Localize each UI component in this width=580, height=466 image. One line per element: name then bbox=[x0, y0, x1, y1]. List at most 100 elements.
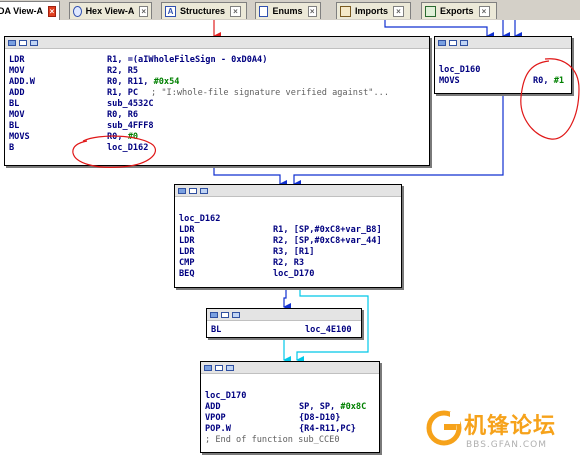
imports-icon bbox=[340, 5, 351, 17]
asm-line[interactable]: ADD R1, PC ; "I:whole-file signature verif… bbox=[9, 88, 425, 99]
code-block-call[interactable]: BL loc_4E100 bbox=[206, 308, 362, 338]
asm-line[interactable]: LDR R1, =(aIWholeFileSign - 0xD0A4) bbox=[9, 55, 425, 66]
tab-ida-view-a[interactable]: DA View-A × bbox=[0, 1, 60, 20]
operands: R1, PC bbox=[107, 88, 139, 98]
mnemonic: LDR bbox=[9, 55, 25, 65]
mnemonic: MOV bbox=[9, 110, 25, 120]
tab-imports[interactable]: Imports × bbox=[336, 2, 411, 19]
asm-line[interactable]: BL sub_4FFF8 bbox=[9, 121, 425, 132]
asm-line[interactable]: LDR R3, [R1] bbox=[179, 247, 397, 258]
operands: R0, R11, #0x54 bbox=[107, 77, 180, 87]
operands: loc_4E100 bbox=[305, 325, 352, 335]
close-icon[interactable]: × bbox=[139, 5, 148, 17]
tab-label: Exports bbox=[440, 6, 474, 16]
asm-line[interactable]: BEQ loc_D170 bbox=[179, 269, 397, 280]
graph-collapse-icon[interactable] bbox=[221, 311, 229, 318]
operands: SP, SP, #0x8C bbox=[299, 402, 367, 412]
edge-d162-call bbox=[283, 288, 291, 311]
exports-icon bbox=[425, 5, 436, 17]
tab-label: DA View-A bbox=[0, 6, 44, 16]
asm-line[interactable]: LDR R2, [SP,#0xC8+var_44] bbox=[179, 236, 397, 247]
graph-color-icon[interactable] bbox=[226, 364, 234, 371]
graph-collapse-icon[interactable] bbox=[449, 39, 457, 46]
tab-exports[interactable]: Exports × bbox=[421, 2, 497, 19]
watermark: 机锋论坛 BBS.GFAN.COM bbox=[424, 406, 576, 466]
edge-main-d162 bbox=[213, 166, 287, 188]
mnemonic: VPOP bbox=[205, 413, 226, 423]
graph-color-icon[interactable] bbox=[460, 39, 468, 46]
mnemonic: LDR bbox=[179, 225, 195, 235]
asm-line[interactable]: VPOP {D8-D10} bbox=[205, 413, 375, 424]
mnemonic: BL bbox=[9, 99, 20, 109]
graph-node-icon[interactable] bbox=[210, 311, 218, 318]
asm-line[interactable]: ADD SP, SP, #0x8C bbox=[205, 402, 375, 413]
mnemonic: POP.W bbox=[205, 424, 231, 434]
asm-line[interactable]: MOV R2, R5 bbox=[9, 66, 425, 77]
graph-color-icon[interactable] bbox=[232, 311, 240, 318]
close-icon[interactable]: × bbox=[230, 5, 242, 17]
asm-line[interactable]: BL sub_4532C bbox=[9, 99, 425, 110]
operands: R2, R3 bbox=[273, 258, 305, 268]
graph-collapse-icon[interactable] bbox=[215, 364, 223, 371]
graph-node-icon[interactable] bbox=[438, 39, 446, 46]
asm-line[interactable]: CMP R2, R3 bbox=[179, 258, 397, 269]
operands: loc_D170 bbox=[273, 269, 315, 279]
operands: sub_4532C bbox=[107, 99, 154, 109]
mnemonic: BL bbox=[9, 121, 20, 131]
asm-label[interactable]: loc_D170 bbox=[205, 391, 375, 402]
asm-comment-line[interactable]: ; End of function sub_CCE0 bbox=[205, 435, 375, 446]
asm-line[interactable]: BL loc_4E100 bbox=[211, 325, 357, 336]
graph-collapse-icon[interactable] bbox=[19, 39, 27, 46]
code-block-main[interactable]: LDR R1, =(aIWholeFileSign - 0xD0A4) MOV R2… bbox=[4, 36, 430, 168]
tab-label: Hex View-A bbox=[85, 6, 135, 16]
red-annotation-circle bbox=[72, 135, 156, 168]
operands: R2, [SP,#0xC8+var_44] bbox=[273, 236, 382, 246]
graph-node-icon[interactable] bbox=[204, 364, 212, 371]
graph-color-icon[interactable] bbox=[30, 39, 38, 46]
tab-enums[interactable]: Enums × bbox=[255, 2, 321, 19]
operands: R1, =(aIWholeFileSign - 0xD0A4) bbox=[107, 55, 268, 65]
close-icon[interactable]: × bbox=[307, 5, 317, 17]
asm-line[interactable]: POP.W {R4-R11,PC} bbox=[205, 424, 375, 435]
graph-view[interactable]: LDR R1, =(aIWholeFileSign - 0xD0A4) MOV R2… bbox=[0, 20, 580, 453]
comment: ; "I:whole-file signature verified again… bbox=[151, 88, 389, 98]
tab-label: Structures bbox=[180, 6, 226, 16]
tab-label: Imports bbox=[355, 6, 389, 16]
edge-in-d160-1 bbox=[384, 20, 494, 40]
code-block-loc-d170[interactable]: loc_D170 ADD SP, SP, #0x8C VPOP {D8-D10} P… bbox=[200, 361, 380, 453]
tab-bar: DA View-A × Hex View-A × A Structures × … bbox=[0, 0, 580, 21]
close-icon[interactable]: × bbox=[393, 5, 405, 17]
asm-line[interactable]: LDR R1, [SP,#0xC8+var_B8] bbox=[179, 225, 397, 236]
block-header bbox=[175, 185, 401, 197]
block-header bbox=[435, 37, 571, 49]
tab-label: Enums bbox=[272, 6, 303, 16]
close-icon[interactable]: × bbox=[48, 5, 56, 17]
graph-node-icon[interactable] bbox=[8, 39, 16, 46]
operands: sub_4FFF8 bbox=[107, 121, 154, 131]
asm-label[interactable]: loc_D162 bbox=[179, 214, 397, 225]
code-block-loc-d160[interactable]: loc_D160 MOVS R0, #1 bbox=[434, 36, 580, 140]
mnemonic: CMP bbox=[179, 258, 195, 268]
enums-icon bbox=[259, 5, 269, 17]
gfan-logo-icon bbox=[426, 410, 462, 446]
asm-line[interactable]: MOV R0, R6 bbox=[9, 110, 425, 121]
label: loc_D160 bbox=[439, 65, 481, 75]
hex-view-icon bbox=[73, 5, 82, 17]
code-block-loc-d162[interactable]: loc_D162 LDR R1, [SP,#0xC8+var_B8] LDR R2,… bbox=[174, 184, 402, 288]
asm-line[interactable]: ADD.W R0, R11, #0x54 bbox=[9, 77, 425, 88]
block-header bbox=[5, 37, 429, 49]
mnemonic: BEQ bbox=[179, 269, 195, 279]
graph-color-icon[interactable] bbox=[200, 187, 208, 194]
watermark-text: 机锋论坛 bbox=[464, 414, 557, 439]
tab-structures[interactable]: A Structures × bbox=[161, 2, 247, 19]
close-icon[interactable]: × bbox=[478, 5, 490, 17]
mnemonic: ADD bbox=[205, 402, 221, 412]
mnemonic: MOVS bbox=[439, 76, 460, 86]
graph-collapse-icon[interactable] bbox=[189, 187, 197, 194]
operands: R1, [SP,#0xC8+var_B8] bbox=[273, 225, 382, 235]
tab-hex-view-a[interactable]: Hex View-A × bbox=[69, 2, 152, 19]
operands: R3, [R1] bbox=[273, 247, 315, 257]
label: loc_D162 bbox=[179, 214, 221, 224]
graph-node-icon[interactable] bbox=[178, 187, 186, 194]
mnemonic: BL bbox=[211, 325, 222, 335]
